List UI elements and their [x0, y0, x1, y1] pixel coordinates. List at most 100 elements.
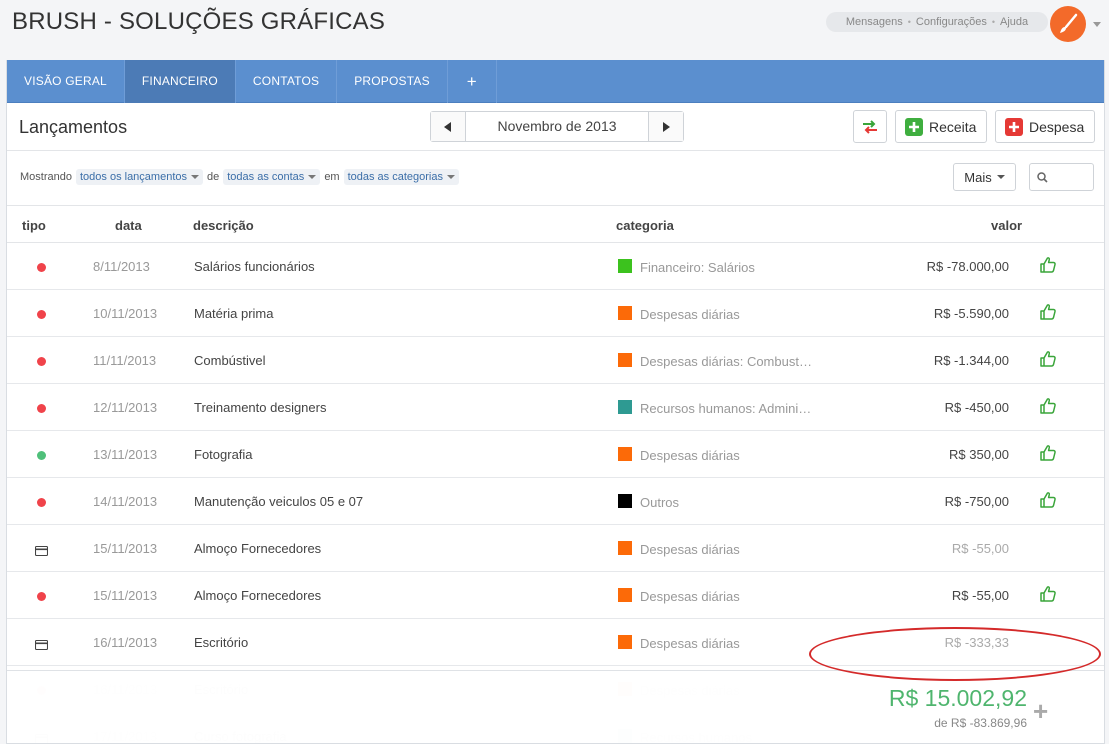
user-menu-caret-icon[interactable]: [1093, 22, 1101, 27]
thumbs-up-icon[interactable]: [1039, 256, 1057, 277]
row-category: Recursos humanos: Administração: [640, 401, 815, 416]
more-dropdown-button[interactable]: Mais: [953, 163, 1016, 191]
category-color-swatch: [618, 541, 632, 555]
prev-month-button[interactable]: [431, 112, 466, 141]
main-panel: VISÃO GERAL FINANCEIRO CONTATOS PROPOSTAS + …: [6, 60, 1105, 744]
row-value: R$ -333,33: [944, 635, 1009, 650]
header-description: descrição: [193, 218, 254, 233]
thumbs-up-icon[interactable]: [1039, 397, 1057, 418]
separator: •: [907, 17, 911, 27]
category-color-swatch: [618, 259, 632, 273]
page-title: Lançamentos: [19, 117, 128, 137]
entries-filter-dropdown[interactable]: todos os lançamentos: [75, 169, 203, 185]
messages-link[interactable]: Mensagens: [846, 16, 903, 28]
row-description[interactable]: Manutenção veiculos 05 e 07: [194, 494, 363, 509]
table-row[interactable]: 11/11/2013 Combústivel Despesas diárias: C…: [7, 337, 1104, 384]
filters-bar: Mostrando todos os lançamentos de todas …: [7, 151, 1104, 206]
search-box[interactable]: [1029, 163, 1094, 191]
current-month: Novembro de 2013: [497, 118, 617, 134]
table-row[interactable]: 15/11/2013 Almoço Fornecedores Despesas di…: [7, 572, 1104, 619]
tab-propostas[interactable]: PROPOSTAS: [337, 60, 448, 103]
separator: •: [991, 17, 995, 27]
expense-status-dot: [37, 592, 46, 601]
tab-financeiro[interactable]: FINANCEIRO: [124, 60, 236, 103]
table-row[interactable]: 13/11/2013 Fotografia Despesas diárias R$ 3…: [7, 431, 1104, 478]
arrow-right-icon: [663, 121, 670, 132]
thumbs-up-icon[interactable]: [1039, 350, 1057, 371]
brush-logo-icon: [1060, 13, 1078, 33]
credit-card-icon: [34, 544, 49, 559]
arrow-left-icon: [444, 121, 451, 132]
chevron-down-icon: [446, 175, 455, 179]
row-description[interactable]: Matéria prima: [194, 306, 273, 321]
more-label: Mais: [964, 169, 992, 185]
search-input[interactable]: [1052, 170, 1092, 184]
balance-subtotal: de R$ -83.869,96: [934, 716, 1027, 730]
plus-icon: [905, 117, 923, 136]
row-description[interactable]: Almoço Fornecedores: [194, 541, 321, 556]
table-row[interactable]: 12/11/2013 Treinamento designers Recursos …: [7, 384, 1104, 431]
row-category: Despesas diárias: Combustível: [640, 354, 815, 369]
chevron-down-icon: [191, 175, 199, 179]
thumbs-up-icon[interactable]: [1039, 303, 1057, 324]
category-color-swatch: [618, 588, 632, 602]
add-entry-button[interactable]: +: [1033, 696, 1048, 727]
row-date: 15/11/2013: [93, 588, 158, 603]
row-value: R$ -750,00: [944, 494, 1009, 509]
row-description[interactable]: Almoço Fornecedores: [194, 588, 321, 603]
filter-showing-label: Mostrando: [20, 171, 72, 183]
row-date: 16/11/2013: [93, 635, 158, 650]
row-description[interactable]: Treinamento designers: [194, 400, 326, 415]
row-description[interactable]: Escritório: [194, 635, 248, 650]
row-category: Financeiro: Salários: [640, 260, 755, 275]
row-date: 13/11/2013: [93, 447, 158, 462]
add-tab-button[interactable]: +: [448, 60, 497, 103]
header-category: categoria: [616, 218, 674, 233]
next-month-button[interactable]: [648, 112, 683, 141]
row-date: 15/11/2013: [93, 541, 158, 556]
add-expense-button[interactable]: Despesa: [995, 110, 1095, 143]
table-row[interactable]: 10/11/2013 Matéria prima Despesas diárias R…: [7, 290, 1104, 337]
settings-link[interactable]: Configurações: [916, 16, 987, 28]
row-category: Despesas diárias: [640, 448, 740, 463]
add-income-button[interactable]: Receita: [895, 110, 987, 143]
transactions-list: 8/11/2013 Salários funcionários Financeiro…: [7, 243, 1104, 743]
row-category: Despesas diárias: [640, 589, 740, 604]
add-expense-label: Despesa: [1029, 118, 1085, 135]
search-icon: [1037, 171, 1048, 183]
category-color-swatch: [618, 400, 632, 414]
categories-filter-value: todas as categorias: [347, 171, 443, 183]
categories-filter-dropdown[interactable]: todas as categorias: [343, 169, 459, 185]
table-row[interactable]: 8/11/2013 Salários funcionários Financeiro…: [7, 243, 1104, 290]
category-color-swatch: [618, 306, 632, 320]
table-row[interactable]: 14/11/2013 Manutenção veiculos 05 e 07 Out…: [7, 478, 1104, 525]
row-category: Despesas diárias: [640, 542, 740, 557]
tab-contatos[interactable]: CONTATOS: [236, 60, 338, 103]
help-link[interactable]: Ajuda: [1000, 16, 1028, 28]
thumbs-up-icon[interactable]: [1039, 585, 1057, 606]
row-category: Despesas diárias: [640, 307, 740, 322]
row-description[interactable]: Salários funcionários: [194, 259, 315, 274]
credit-card-icon: [34, 638, 49, 653]
table-row[interactable]: 15/11/2013 Almoço Fornecedores Despesas di…: [7, 525, 1104, 572]
row-value: R$ -55,00: [951, 588, 1009, 603]
avatar[interactable]: [1050, 6, 1086, 42]
tab-visão-geral[interactable]: VISÃO GERAL: [7, 60, 125, 103]
expense-status-dot: [37, 310, 46, 319]
month-navigator: Novembro de 2013: [430, 111, 684, 142]
expense-status-dot: [37, 404, 46, 413]
row-category: Outros: [640, 495, 680, 510]
toolbar: Lançamentos Novembro de 2013 Receita Des…: [7, 103, 1104, 151]
header-value: valor: [991, 218, 1023, 233]
row-description[interactable]: Combústivel: [194, 353, 266, 368]
add-income-label: Receita: [929, 118, 977, 135]
row-date: 10/11/2013: [93, 306, 158, 321]
accounts-filter-dropdown[interactable]: todas as contas: [223, 169, 321, 185]
thumbs-up-icon[interactable]: [1039, 444, 1057, 465]
row-value: R$ -5.590,00: [933, 306, 1009, 321]
row-description[interactable]: Fotografia: [194, 447, 253, 462]
transfer-button[interactable]: [853, 110, 887, 143]
nav-tabs: VISÃO GERAL FINANCEIRO CONTATOS PROPOSTAS +: [7, 60, 1104, 103]
thumbs-up-icon[interactable]: [1039, 491, 1057, 512]
table-row[interactable]: 16/11/2013 Escritório Despesas diárias R$ -…: [7, 619, 1104, 666]
